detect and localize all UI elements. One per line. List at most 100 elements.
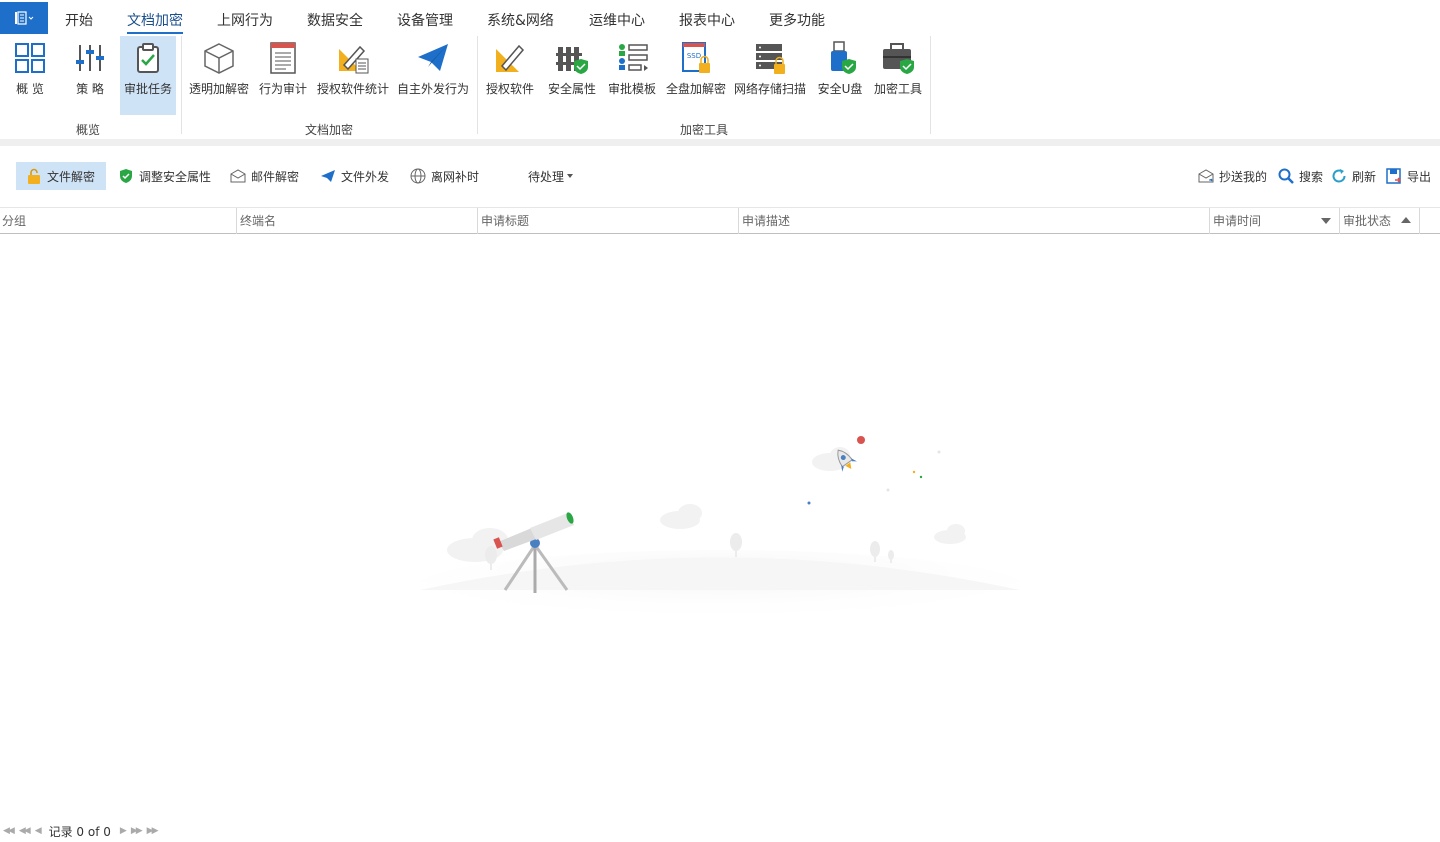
ribbon-divider [0,139,1440,146]
policy-label: 策 略 [76,82,104,96]
network-storage-scan-button[interactable]: 网络存储扫描 [733,36,807,116]
approval-tasks-button[interactable]: 审批任务 [120,36,176,115]
save-export-icon [1386,168,1402,184]
ribbon-separator [181,36,182,134]
authorized-software-label: 授权软件 [485,82,534,96]
adjust-security-attr-button[interactable]: 调整安全属性 [108,162,219,190]
export-button[interactable]: 导出 [1376,162,1439,190]
approval-template-label: 审批模板 [607,82,656,96]
cc-to-me-button[interactable]: 抄送我的 [1188,162,1275,190]
secure-usb-label: 安全U盘 [817,82,863,96]
group-label-doc-encryption: 文档加密 [304,123,354,137]
envelope-person-icon [1198,168,1214,184]
chevron-down-icon [567,174,574,178]
next-page-icon[interactable]: ▶ [120,826,127,836]
refresh-label: 刷新 [1352,169,1377,184]
self-outbound-behavior-button[interactable]: 自主外发行为 [396,36,470,116]
authorized-software-stats-button[interactable]: 授权软件统计 [316,36,390,116]
app-menu-icon [15,11,34,25]
ruler-pencil-icon [335,40,371,76]
tab-ops-center[interactable]: 运维中心 [589,10,645,30]
previous-page-group-icon[interactable]: ◀◀ [19,826,31,836]
ssd-badge-text: SSD [687,52,701,60]
encryption-tools-button[interactable]: 加密工具 [872,36,924,116]
authorized-software-stats-label: 授权软件统计 [316,82,389,96]
self-outbound-behavior-label: 自主外发行为 [396,82,469,96]
column-terminal-name[interactable]: 终端名 [238,208,478,234]
menu-bar: 开始 文档加密 上网行为 数据安全 设备管理 系统&网络 运维中心 报表中心 更… [0,0,1440,36]
behavior-audit-button[interactable]: 行为审计 [258,36,308,116]
column-group[interactable]: 分组 [0,208,237,234]
grid-header: 分组 终端名 申请标题 申请描述 申请时间 审批状态 [0,207,1440,234]
column-request-time-label: 申请时间 [1213,214,1262,228]
group-label-overview: 概览 [75,123,101,137]
toolbar: 文件解密 调整安全属性 邮件解密 文件外发 离网补时 待处理 抄送我的 搜索 刷… [0,160,1440,192]
next-page-group-icon[interactable]: ▶▶ [131,826,143,836]
search-icon [1278,168,1294,184]
transparent-encryption-label: 透明加解密 [188,82,249,96]
transparent-encryption-button[interactable]: 透明加解密 [188,36,250,116]
policy-button[interactable]: 策 略 [68,36,112,116]
offline-extension-label: 离网补时 [431,169,480,184]
sliders-icon [72,40,108,76]
group-label-encryption-tools: 加密工具 [679,123,729,137]
tab-data-security[interactable]: 数据安全 [307,10,363,30]
person-list-icon [614,40,650,76]
column-request-title[interactable]: 申请标题 [479,208,739,234]
fence-shield-icon [554,40,590,76]
export-label: 导出 [1407,169,1432,184]
app-menu-button[interactable] [0,2,48,34]
server-lock-icon [752,40,788,76]
behavior-audit-label: 行为审计 [258,82,307,96]
tab-start[interactable]: 开始 [65,10,93,30]
last-page-icon[interactable]: ▶▶ [147,826,159,836]
ribbon-separator [477,36,478,134]
secure-usb-button[interactable]: 安全U盘 [815,36,865,116]
file-decrypt-label: 文件解密 [47,169,96,184]
clipboard-check-icon [130,40,166,76]
approval-template-button[interactable]: 审批模板 [606,36,658,116]
column-request-description[interactable]: 申请描述 [740,208,1210,234]
security-attributes-button[interactable]: 安全属性 [546,36,598,116]
previous-page-icon[interactable]: ◀ [35,826,42,836]
encryption-tools-label: 加密工具 [873,82,922,96]
toolbox-icon [880,40,916,76]
refresh-icon [1331,168,1347,184]
cc-to-me-label: 抄送我的 [1219,169,1268,184]
file-decrypt-button[interactable]: 文件解密 [16,162,106,190]
tab-system-network[interactable]: 系统&网络 [487,10,554,30]
status-filter-dropdown[interactable]: 待处理 [518,162,581,190]
approval-tasks-label: 审批任务 [123,82,172,96]
sort-desc-icon [1321,218,1331,224]
envelope-icon [230,168,246,184]
ssd-lock-icon: SSD [678,40,714,76]
email-decrypt-label: 邮件解密 [251,169,300,184]
column-request-time[interactable]: 申请时间 [1211,208,1340,234]
authorized-software-button[interactable]: 授权软件 [484,36,536,116]
cube-icon [201,40,237,76]
pager: ◀◀ ◀◀ ◀ 记录 0 of 0 ▶ ▶▶ ▶▶ [0,822,160,840]
column-approval-status[interactable]: 审批状态 [1341,208,1420,234]
shield-check-icon [118,168,134,184]
full-disk-encryption-button[interactable]: SSD 全盘加解密 [665,36,727,116]
status-filter-label: 待处理 [528,169,565,184]
offline-extension-button[interactable]: 离网补时 [400,162,487,190]
overview-button[interactable]: 概 览 [8,36,52,116]
document-list-icon [265,40,301,76]
empty-state-illustration [400,425,1040,630]
tab-doc-encryption[interactable]: 文档加密 [127,10,183,34]
paper-plane-icon [415,40,451,76]
usb-shield-icon [822,40,858,76]
tab-report-center[interactable]: 报表中心 [679,10,735,30]
first-page-icon[interactable]: ◀◀ [3,826,15,836]
tab-device-management[interactable]: 设备管理 [397,10,453,30]
tab-web-behavior[interactable]: 上网行为 [217,10,273,30]
security-attributes-label: 安全属性 [547,82,596,96]
tab-more-features[interactable]: 更多功能 [769,10,825,30]
file-outbound-button[interactable]: 文件外发 [310,162,397,190]
email-decrypt-button[interactable]: 邮件解密 [220,162,307,190]
file-outbound-label: 文件外发 [341,169,390,184]
refresh-button[interactable]: 刷新 [1321,162,1384,190]
column-approval-status-label: 审批状态 [1343,214,1392,228]
adjust-security-attr-label: 调整安全属性 [139,169,212,184]
